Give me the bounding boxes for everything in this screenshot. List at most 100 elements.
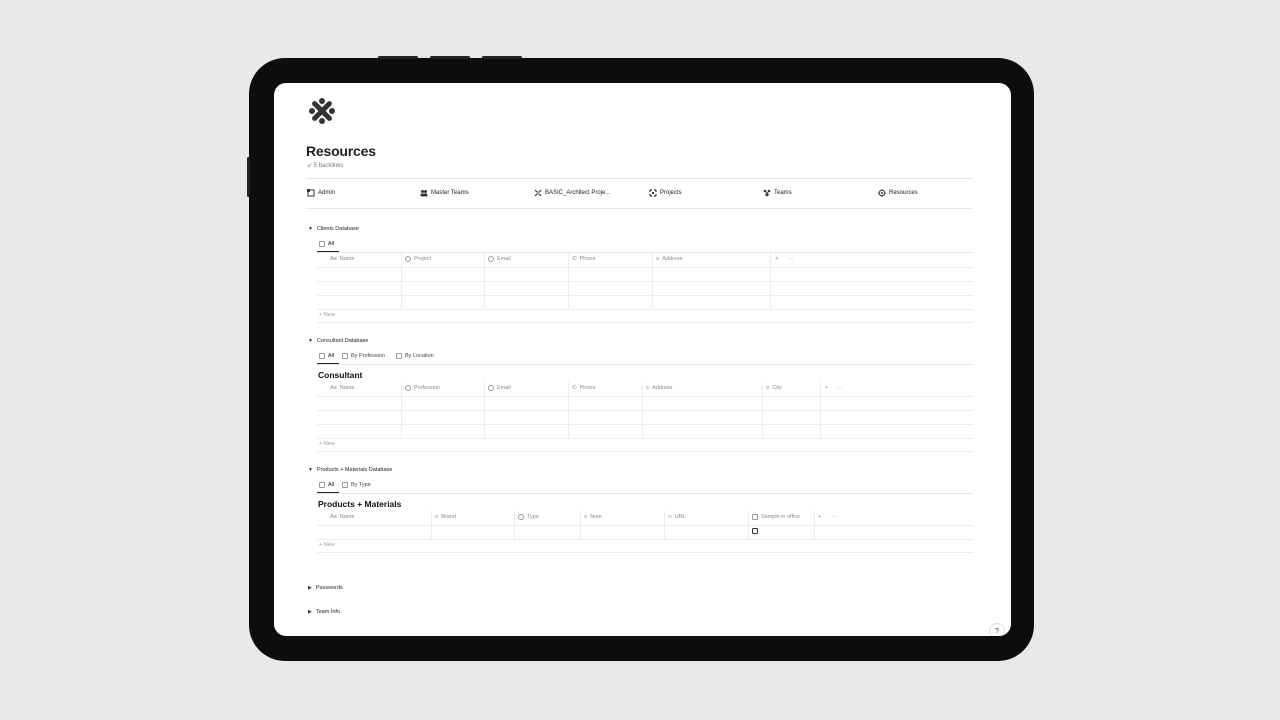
column-header-sample-in-office[interactable]: Sample in office xyxy=(752,514,800,520)
sample-in-office-checkbox[interactable] xyxy=(752,528,758,534)
more-options-button[interactable]: ··· xyxy=(788,256,794,262)
column-header-type[interactable]: Type xyxy=(518,514,539,520)
new-row-button[interactable]: + New xyxy=(319,312,335,318)
text-type-icon: Aa xyxy=(330,514,337,520)
nav-item-master-teams[interactable]: Master Teams xyxy=(420,189,469,197)
column-label: URL xyxy=(674,514,686,520)
row-divider xyxy=(317,309,973,310)
column-label: City xyxy=(772,385,782,391)
column-header-name[interactable]: Aa Name xyxy=(330,385,354,391)
plus-icon: + xyxy=(818,514,822,520)
nav-item-admin[interactable]: Admin xyxy=(307,189,335,197)
consultant-table: Aa Name Profession Email ✆ Phone ≡ Address … xyxy=(317,382,973,452)
column-header-email[interactable]: Email xyxy=(488,385,511,391)
tab-by-profession[interactable]: By Profession xyxy=(342,353,385,359)
admin-icon xyxy=(307,189,315,197)
col-divider xyxy=(484,253,485,309)
power-button xyxy=(482,56,522,59)
text-lines-icon: ≡ xyxy=(646,385,650,391)
page-title: Resources xyxy=(306,143,376,159)
column-header-address[interactable]: ≡ Address xyxy=(656,256,682,262)
more-icon: ··· xyxy=(831,514,837,520)
column-header-email[interactable]: Email xyxy=(488,256,511,262)
phone-icon: ✆ xyxy=(572,256,577,262)
toggle-team-info[interactable]: ▶ Team Info xyxy=(308,609,340,615)
volume-button xyxy=(378,56,418,59)
add-column-button[interactable]: + xyxy=(818,514,821,520)
tab-label: All xyxy=(328,482,335,488)
table-icon xyxy=(342,353,348,359)
caret-right-icon: ▶ xyxy=(308,585,312,591)
tab-all[interactable]: All xyxy=(319,353,334,359)
nav-item-projects[interactable]: Projects xyxy=(649,189,682,197)
text-lines-icon: ≡ xyxy=(584,514,588,520)
more-options-button[interactable]: ··· xyxy=(831,514,837,520)
section-title: Products + Materials Database xyxy=(316,467,393,473)
caret-down-icon: ▼ xyxy=(308,467,313,473)
divider xyxy=(317,493,973,494)
text-lines-icon: ≡ xyxy=(766,385,770,391)
clients-table: Aa Name Project Email ✆ Phone ≡ Address + ·… xyxy=(317,253,973,323)
column-header-phone[interactable]: ✆ Phone xyxy=(572,385,596,391)
toggle-consultant-database[interactable]: ▼ Consultant Database xyxy=(308,338,368,344)
teams-icon xyxy=(763,189,771,197)
toggle-products-database[interactable]: ▼ Products + Materials Database xyxy=(308,467,392,473)
col-divider xyxy=(652,253,653,309)
column-header-project[interactable]: Project xyxy=(405,256,431,262)
row-divider xyxy=(317,295,973,296)
help-button[interactable]: ? xyxy=(989,623,1005,636)
tab-label: All xyxy=(328,241,335,247)
tab-all[interactable]: All xyxy=(319,241,334,247)
column-header-address[interactable]: ≡ Address xyxy=(646,385,672,391)
column-header-url[interactable]: ∞ URL xyxy=(668,514,686,520)
tab-by-type[interactable]: By Type xyxy=(342,482,371,488)
column-label: Email xyxy=(497,256,511,262)
products-table: Aa Name ≡ Brand Type ≡ Note ∞ URL Sample in … xyxy=(317,511,973,553)
email-icon xyxy=(488,385,494,391)
tab-label: By Location xyxy=(405,353,434,359)
column-label: Profession xyxy=(414,385,440,391)
nav-label: Master Teams xyxy=(431,190,469,196)
more-icon: ··· xyxy=(837,385,843,391)
backlinks-link[interactable]: ↙ 5 backlinks xyxy=(307,162,343,169)
more-options-button[interactable]: ··· xyxy=(837,385,843,391)
row-divider xyxy=(317,322,973,323)
column-header-note[interactable]: ≡ Note xyxy=(584,514,602,520)
nav-label: Admin xyxy=(318,190,336,196)
new-row-button[interactable]: + New xyxy=(319,542,335,548)
col-divider xyxy=(748,511,749,539)
tab-by-location[interactable]: By Location xyxy=(396,353,434,359)
col-divider xyxy=(431,511,432,539)
column-header-city[interactable]: ≡ City xyxy=(766,385,782,391)
resources-icon xyxy=(878,189,886,197)
row-divider xyxy=(317,451,973,452)
add-column-button[interactable]: + xyxy=(775,256,778,262)
add-column-button[interactable]: + xyxy=(825,385,828,391)
screen: Resources ↙ 5 backlinks Admin Master Tea… xyxy=(274,83,1011,636)
caret-right-icon: ▶ xyxy=(308,609,312,615)
column-header-profession[interactable]: Profession xyxy=(405,385,440,391)
nav-item-teams[interactable]: Teams xyxy=(763,189,792,197)
table-icon xyxy=(396,353,402,359)
col-divider xyxy=(820,382,821,438)
column-label: Name xyxy=(339,256,355,262)
toggle-clients-database[interactable]: ▼ Clients Database xyxy=(308,226,359,232)
row-divider xyxy=(317,267,973,268)
nav-item-basic-architect[interactable]: BASIC_Architect Proje... xyxy=(534,189,610,197)
column-header-name[interactable]: Aa Name xyxy=(330,514,354,520)
divider xyxy=(317,364,973,365)
tab-label: By Type xyxy=(351,482,371,488)
column-label: Note xyxy=(590,514,602,520)
text-type-icon: Aa xyxy=(330,256,337,262)
column-header-brand[interactable]: ≡ Brand xyxy=(435,514,456,520)
table-icon xyxy=(342,482,348,488)
column-header-phone[interactable]: ✆ Phone xyxy=(572,256,596,262)
col-divider xyxy=(568,253,569,309)
toggle-passwords[interactable]: ▶ Passwords xyxy=(308,585,343,591)
table-icon xyxy=(319,353,325,359)
nav-item-resources[interactable]: Resources xyxy=(878,189,918,197)
new-row-button[interactable]: + New xyxy=(319,441,335,447)
column-label: Address xyxy=(652,385,673,391)
tab-all[interactable]: All xyxy=(319,482,334,488)
column-header-name[interactable]: Aa Name xyxy=(330,256,354,262)
